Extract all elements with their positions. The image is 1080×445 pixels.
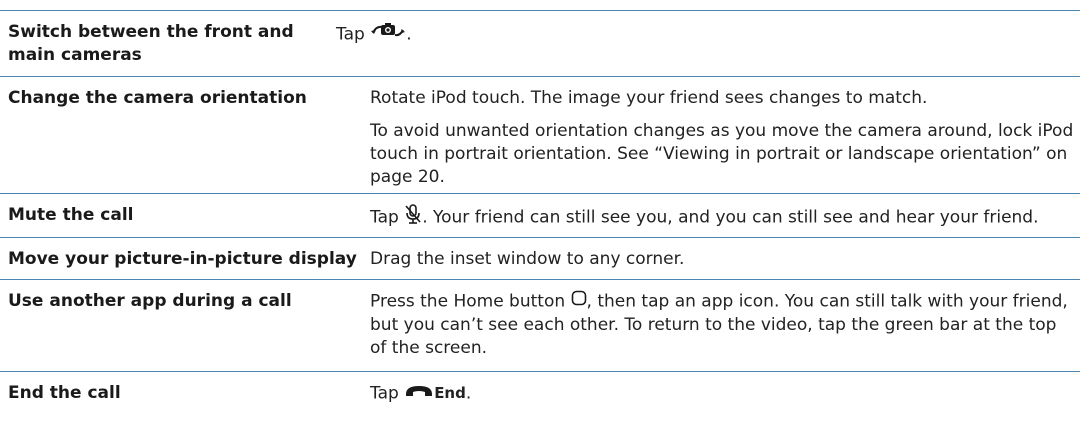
table-row: Switch between the front and main camera… [0, 11, 1080, 77]
table-row: Change the camera orientation Rotate iPo… [0, 77, 1080, 194]
action-description: Tap End. [370, 382, 472, 405]
action-label: Mute the call [8, 205, 134, 225]
table-row: Mute the call Tap . Your friend can stil… [0, 194, 1080, 238]
table-row: Move your picture-in-picture display Dra… [0, 238, 1080, 280]
table-row: Use another app during a call Press the … [0, 280, 1080, 372]
action-label: Move your picture-in-picture display [8, 249, 357, 269]
action-description: Press the Home button , then tap an app … [370, 290, 1068, 358]
action-label: Switch between the front and main camera… [8, 22, 294, 65]
home-button-icon [571, 290, 587, 313]
action-label: End the call [8, 383, 121, 403]
action-description: Rotate iPod touch. The image your friend… [370, 88, 1074, 187]
end-call-icon [404, 382, 434, 405]
action-description: Tap . [336, 21, 1080, 76]
action-label: Change the camera orientation [8, 88, 307, 108]
switch-camera-icon [370, 21, 406, 48]
table-row: End the call Tap End. [0, 372, 1080, 412]
action-label: Use another app during a call [8, 291, 292, 311]
actions-table: Switch between the front and main camera… [0, 10, 1080, 412]
action-description: Drag the inset window to any corner. [370, 249, 685, 269]
action-description: Tap . Your friend can still see you, and… [370, 204, 1080, 237]
mute-icon [404, 204, 422, 231]
